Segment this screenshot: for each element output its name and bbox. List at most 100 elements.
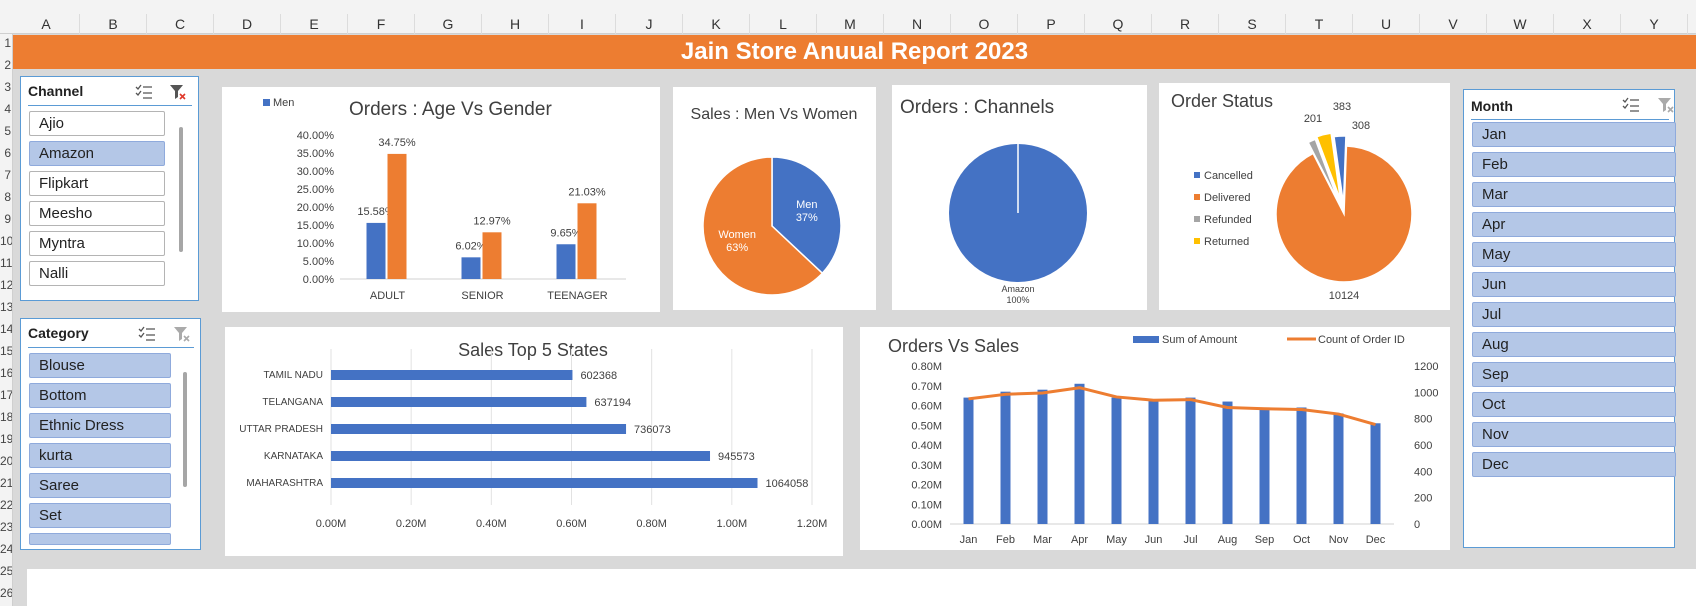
- slicer-item-month[interactable]: Dec: [1472, 452, 1676, 477]
- bar: [577, 203, 597, 279]
- slicer-item-channel[interactable]: Amazon: [29, 141, 165, 166]
- bar: [1037, 389, 1048, 524]
- month-slicer[interactable]: Month Jan Feb Mar Apr May Jun Jul Aug Sep Oct Nov D…: [1463, 89, 1676, 548]
- row-header[interactable]: 14: [0, 322, 12, 336]
- slicer-item-month[interactable]: Apr: [1472, 212, 1676, 237]
- column-header[interactable]: T: [1286, 14, 1353, 34]
- slicer-item-category[interactable]: Set: [29, 503, 171, 528]
- row-header[interactable]: 25: [0, 564, 12, 578]
- column-header[interactable]: H: [482, 14, 549, 34]
- slicer-item-month[interactable]: May: [1472, 242, 1676, 267]
- row-header[interactable]: 11: [0, 256, 12, 270]
- row-header[interactable]: 2: [0, 58, 12, 72]
- data-label: 945573: [718, 451, 755, 463]
- column-header[interactable]: R: [1152, 14, 1219, 34]
- column-header[interactable]: X: [1554, 14, 1621, 34]
- clear-filter-icon[interactable]: [169, 84, 187, 100]
- slicer-item-month[interactable]: Jul: [1472, 302, 1676, 327]
- category-slicer[interactable]: Category Blouse Bottom Ethnic Dress kurta Sa…: [20, 318, 201, 550]
- slicer-item-category[interactable]: Ethnic Dress: [29, 413, 171, 438]
- column-header[interactable]: V: [1420, 14, 1487, 34]
- slicer-item-month[interactable]: Oct: [1472, 392, 1676, 417]
- bar: [1370, 423, 1381, 524]
- slicer-item-channel[interactable]: Meesho: [29, 201, 165, 226]
- column-header[interactable]: Y: [1621, 14, 1688, 34]
- column-header[interactable]: I: [549, 14, 616, 34]
- data-label: 21.03%: [568, 186, 606, 198]
- bar: [1296, 407, 1307, 524]
- column-header[interactable]: K: [683, 14, 750, 34]
- clear-filter-icon[interactable]: [173, 326, 191, 342]
- clear-filter-icon[interactable]: [1657, 97, 1675, 113]
- row-header[interactable]: 16: [0, 366, 12, 380]
- row-header[interactable]: 19: [0, 432, 12, 446]
- slicer-item-category[interactable]: Bottom: [29, 383, 171, 408]
- column-header[interactable]: W: [1487, 14, 1554, 34]
- column-header[interactable]: P: [1018, 14, 1085, 34]
- column-header[interactable]: F: [348, 14, 415, 34]
- column-header[interactable]: C: [147, 14, 214, 34]
- slicer-item-channel[interactable]: Myntra: [29, 231, 165, 256]
- slicer-item-month[interactable]: Mar: [1472, 182, 1676, 207]
- row-header[interactable]: 13: [0, 300, 12, 314]
- slicer-item-month[interactable]: Feb: [1472, 152, 1676, 177]
- slicer-item-channel[interactable]: Ajio: [29, 111, 165, 136]
- row-header[interactable]: 23: [0, 520, 12, 534]
- column-header[interactable]: B: [80, 14, 147, 34]
- row-header[interactable]: 12: [0, 278, 12, 292]
- row-header[interactable]: 20: [0, 454, 12, 468]
- slicer-item-month[interactable]: Jun: [1472, 272, 1676, 297]
- slicer-item-month[interactable]: Sep: [1472, 362, 1676, 387]
- y-tick-label: 40.00%: [297, 130, 335, 142]
- column-header[interactable]: D: [214, 14, 281, 34]
- slicer-item-channel[interactable]: Flipkart: [29, 171, 165, 196]
- slicer-item-month[interactable]: Nov: [1472, 422, 1676, 447]
- bar: [1148, 399, 1159, 524]
- row-header[interactable]: 21: [0, 476, 12, 490]
- slicer-item-channel[interactable]: Nalli: [29, 261, 165, 286]
- column-header[interactable]: M: [817, 14, 884, 34]
- column-header[interactable]: A: [13, 14, 80, 34]
- row-header[interactable]: 9: [0, 212, 12, 226]
- y2-tick-label: 600: [1414, 440, 1432, 452]
- column-header[interactable]: U: [1353, 14, 1420, 34]
- slicer-item-month[interactable]: Jan: [1472, 122, 1676, 147]
- y2-tick-label: 800: [1414, 414, 1432, 426]
- row-header[interactable]: 15: [0, 344, 12, 358]
- slicer-item-category[interactable]: [29, 533, 171, 545]
- channel-slicer[interactable]: Channel Ajio Amazon Flipkart Meesho Myntra Na…: [20, 76, 199, 301]
- row-header[interactable]: 6: [0, 146, 12, 160]
- category-label: May: [1106, 534, 1127, 546]
- scrollbar[interactable]: [183, 372, 187, 487]
- slicer-item-month[interactable]: Aug: [1472, 332, 1676, 357]
- row-header[interactable]: 5: [0, 124, 12, 138]
- multi-select-icon[interactable]: [138, 326, 156, 342]
- column-header[interactable]: S: [1219, 14, 1286, 34]
- y2-tick-label: 0: [1414, 519, 1420, 531]
- slicer-item-category[interactable]: Saree: [29, 473, 171, 498]
- slicer-item-category[interactable]: Blouse: [29, 353, 171, 378]
- column-header[interactable]: J: [616, 14, 683, 34]
- row-header[interactable]: 10: [0, 234, 12, 248]
- slicer-item-category[interactable]: kurta: [29, 443, 171, 468]
- column-header[interactable]: L: [750, 14, 817, 34]
- scrollbar[interactable]: [179, 127, 183, 252]
- row-header[interactable]: 26: [0, 586, 12, 600]
- column-header[interactable]: Q: [1085, 14, 1152, 34]
- column-header[interactable]: G: [415, 14, 482, 34]
- row-header[interactable]: 7: [0, 168, 12, 182]
- row-header[interactable]: 3: [0, 80, 12, 94]
- row-header[interactable]: 18: [0, 410, 12, 424]
- column-header[interactable]: N: [884, 14, 951, 34]
- row-header[interactable]: 8: [0, 190, 12, 204]
- row-header[interactable]: 17: [0, 388, 12, 402]
- column-header[interactable]: E: [281, 14, 348, 34]
- column-header[interactable]: O: [951, 14, 1018, 34]
- row-header[interactable]: 1: [0, 36, 12, 50]
- row-header[interactable]: 4: [0, 102, 12, 116]
- multi-select-icon[interactable]: [1622, 97, 1640, 113]
- row-header[interactable]: 24: [0, 542, 12, 556]
- report-banner: Jain Store Anuual Report 2023: [13, 35, 1696, 69]
- row-header[interactable]: 22: [0, 498, 12, 512]
- multi-select-icon[interactable]: [135, 84, 153, 100]
